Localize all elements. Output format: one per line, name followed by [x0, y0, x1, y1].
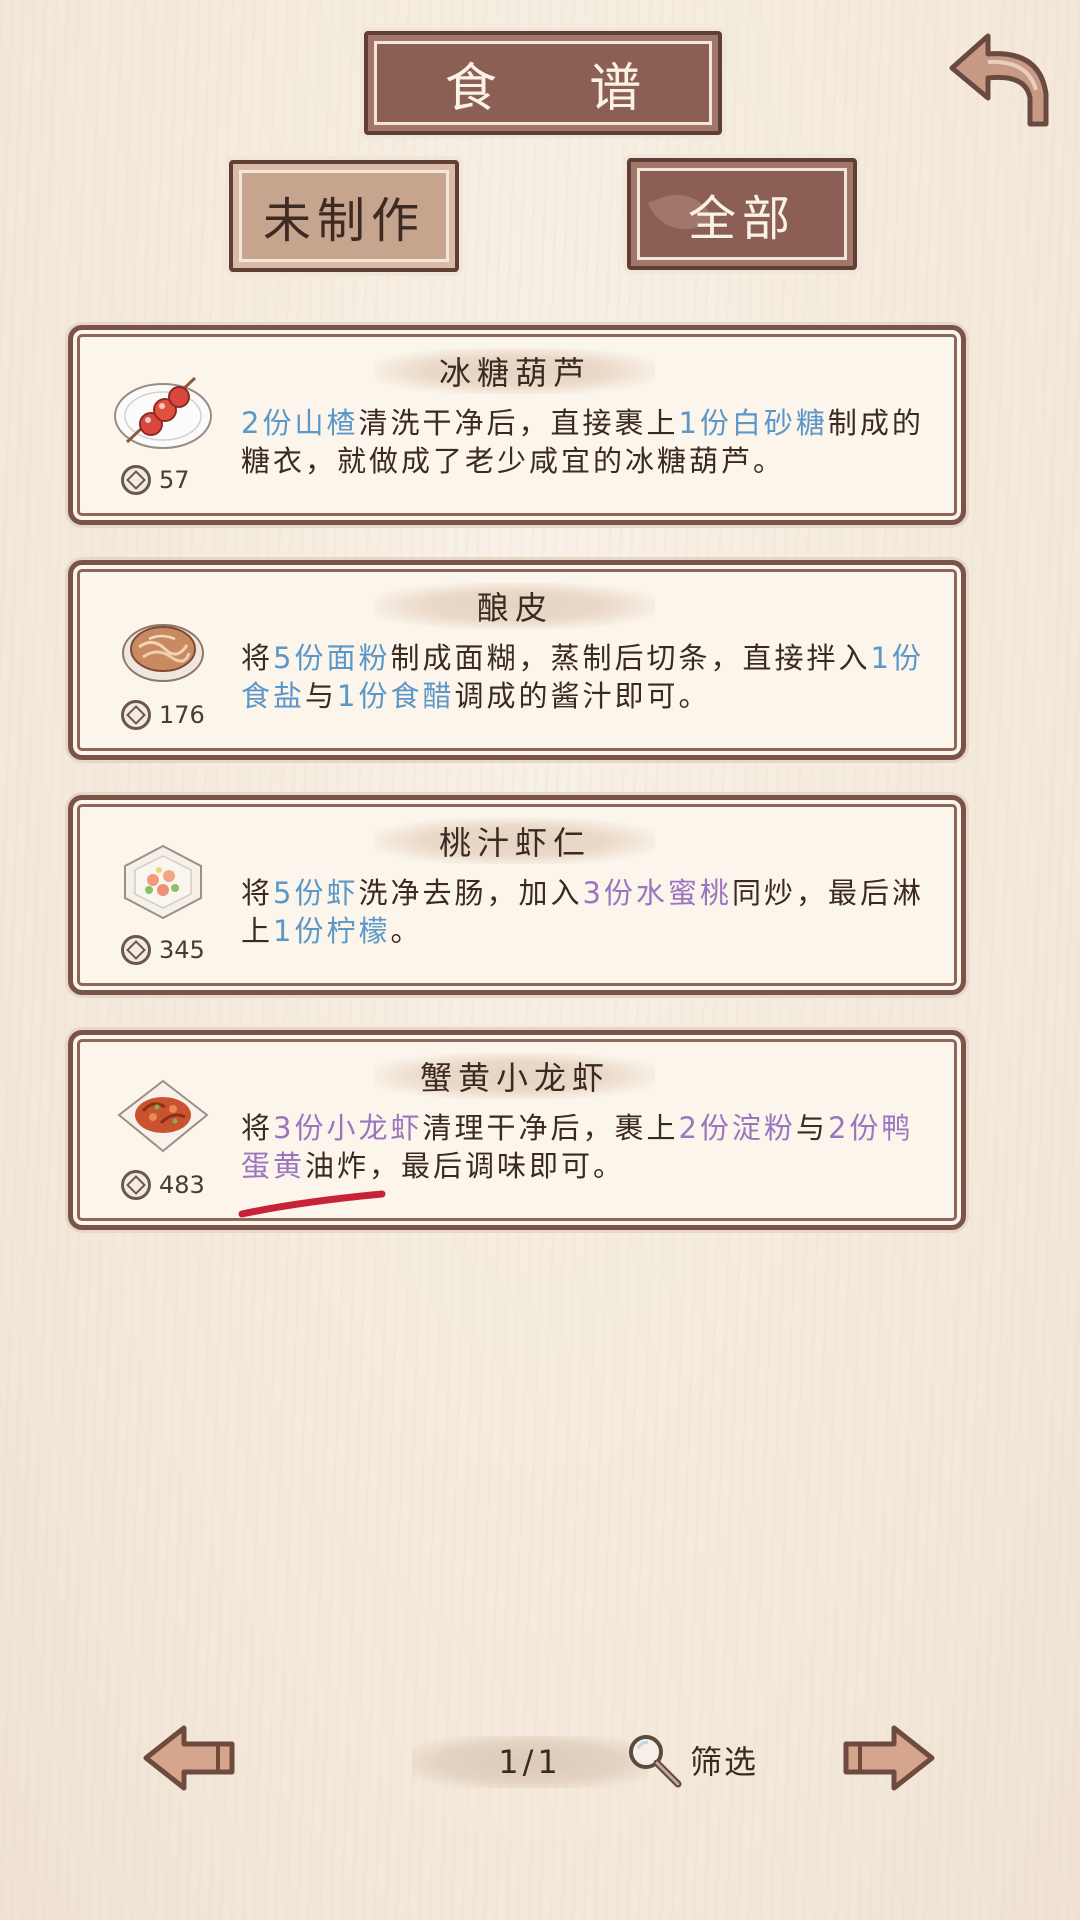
recipe-description: 将3份小龙虾清理干净后，裹上2份淀粉与2份鸭蛋黄油炸，最后调味即可。	[241, 1109, 941, 1185]
coin-icon	[121, 465, 151, 495]
annotation-stroke	[238, 1190, 386, 1218]
prev-arrow-icon[interactable]	[142, 1722, 238, 1794]
crayfish-dish-icon	[117, 1079, 209, 1153]
recipe-description: 将5份虾洗净去肠，加入3份水蜜桃同炒，最后淋上1份柠檬。	[241, 874, 941, 950]
recipe-card[interactable]: 蟹黄小龙虾 483 将3份小龙虾清理干净后，裹上2份淀粉与2份鸭蛋黄油炸，最后调…	[68, 1030, 966, 1230]
ingredient-highlight: 2份淀粉	[678, 1111, 796, 1145]
recipe-name: 蟹黄小龙虾	[375, 1053, 655, 1099]
ingredient-highlight: 5份面粉	[273, 641, 391, 675]
price-value: 57	[159, 466, 190, 494]
recipe-description: 2份山楂清洗干净后，直接裹上1份白砂糖制成的糖衣，就做成了老少咸宜的冰糖葫芦。	[241, 404, 941, 480]
shrimp-peach-dish-icon	[124, 844, 202, 920]
ingredient-highlight: 1份柠檬	[273, 914, 391, 948]
filter-button[interactable]: 筛选	[624, 1730, 758, 1790]
description-text: 将	[241, 641, 274, 675]
page-number: 1/1	[498, 1743, 562, 1781]
recipe-name: 酿皮	[375, 583, 655, 629]
next-arrow-icon[interactable]	[840, 1722, 936, 1794]
description-text: 将	[241, 1111, 274, 1145]
tab-unmade[interactable]: 未制作	[229, 160, 459, 272]
magnifier-icon	[629, 1735, 682, 1788]
coin-icon	[121, 700, 151, 730]
description-text: 与	[305, 679, 338, 713]
description-text: 。	[390, 914, 423, 948]
price: 176	[121, 700, 205, 730]
ingredient-highlight: 3份水蜜桃	[582, 876, 732, 910]
coin-icon	[121, 1170, 151, 1200]
price-value: 176	[159, 701, 205, 729]
ingredient-highlight: 5份虾	[273, 876, 359, 910]
recipe-card[interactable]: 桃汁虾仁 345 将5份虾洗净去肠，加入3份水蜜桃同炒，最后淋上1份柠檬。	[68, 795, 966, 995]
recipe-card[interactable]: 冰糖葫芦 57 2份山楂清洗干净后，直接裹上1份白砂糖制成的糖衣，就做成了老少咸…	[68, 325, 966, 525]
description-text: 将	[241, 876, 274, 910]
price-value: 345	[159, 936, 205, 964]
tab-all[interactable]: 全部	[627, 158, 857, 270]
description-text: 调成的酱汁即可。	[454, 679, 711, 713]
description-text: 清理干净后，裹上	[422, 1111, 679, 1145]
page-indicator: 1/1	[412, 1736, 648, 1788]
price: 483	[121, 1170, 205, 1200]
page-title-text: 食 谱	[444, 58, 680, 119]
description-text: 清洗干净后，直接裹上	[358, 406, 679, 440]
ingredient-highlight: 1份食醋	[337, 679, 455, 713]
price: 345	[121, 935, 205, 965]
recipe-description: 将5份面粉制成面糊，蒸制后切条，直接拌入1份食盐与1份食醋调成的酱汁即可。	[241, 639, 941, 715]
tab-all-label: 全部	[687, 191, 796, 247]
filter-label: 筛选	[690, 1743, 759, 1781]
niangpi-dish-icon	[122, 624, 204, 682]
ingredient-highlight: 3份小龙虾	[273, 1111, 423, 1145]
recipe-name: 冰糖葫芦	[375, 348, 655, 394]
price: 57	[121, 465, 190, 495]
ingredient-highlight: 2份山楂	[241, 406, 359, 440]
recipe-name: 桃汁虾仁	[375, 818, 655, 864]
price-value: 483	[159, 1171, 205, 1199]
recipe-card[interactable]: 酿皮 176 将5份面粉制成面糊，蒸制后切条，直接拌入1份食盐与1份食醋调成的酱…	[68, 560, 966, 760]
page-title: 食 谱	[364, 31, 722, 135]
ingredient-highlight: 1份白砂糖	[678, 406, 828, 440]
description-text: 洗净去肠，加入	[358, 876, 583, 910]
back-arrow-icon[interactable]	[944, 28, 1054, 132]
tab-unmade-label: 未制作	[262, 193, 425, 249]
description-text: 油炸，最后调味即可。	[305, 1149, 626, 1183]
tanghulu-dish-icon	[114, 376, 212, 449]
coin-icon	[121, 935, 151, 965]
description-text: 与	[795, 1111, 828, 1145]
description-text: 制成面糊，蒸制后切条，直接拌入	[390, 641, 871, 675]
